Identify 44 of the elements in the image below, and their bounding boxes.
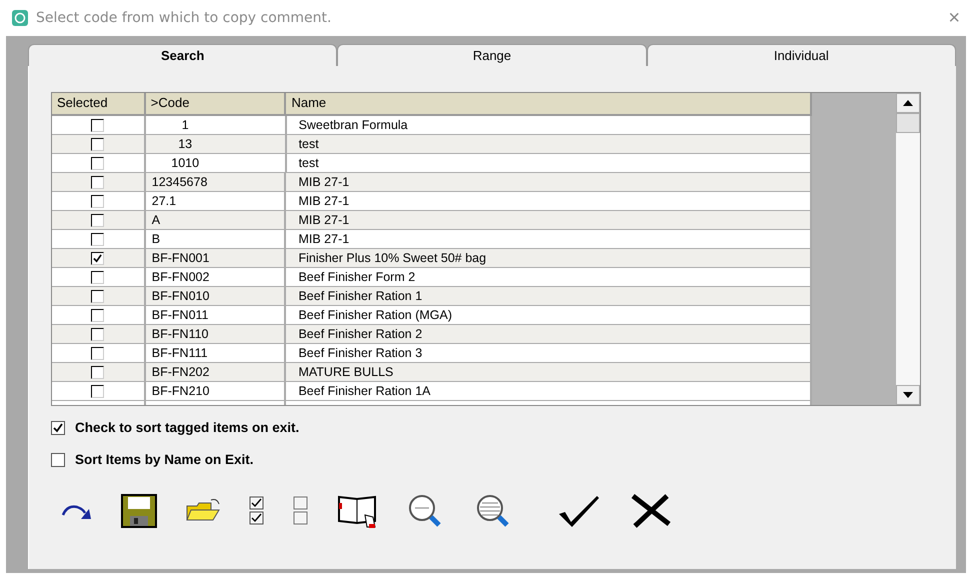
table-cell: BF-FN001 [146,249,286,267]
checkbox[interactable] [51,452,65,466]
app-icon [12,10,28,26]
close-button[interactable]: × [948,8,960,28]
scrollbar[interactable] [896,93,920,405]
checkbox[interactable] [91,138,104,150]
tab[interactable]: Range [337,44,647,66]
scroll-thumb[interactable] [896,113,920,133]
tab[interactable]: Search [28,44,338,66]
close-icon[interactable] [629,494,673,528]
checkbox[interactable] [91,308,104,322]
checkbox[interactable] [91,232,104,246]
table-cell: BF-FN110 [146,325,286,343]
table-cell: 13 [146,135,287,153]
checkbox[interactable] [91,366,104,378]
column-header[interactable]: Selected [52,93,146,114]
checkbox[interactable] [91,156,104,170]
table-cell: BF-FN010 [146,287,286,305]
checkbox[interactable] [91,176,104,188]
checkbox[interactable] [91,270,104,284]
table-cell: A [146,211,286,229]
checkbox[interactable] [91,384,104,398]
checkbox[interactable] [91,214,104,226]
checkbox[interactable] [91,194,104,208]
table-cell: 12345678 [146,173,286,191]
up-arrow-icon[interactable] [903,100,914,106]
checkbox-label[interactable]: Check to sort tagged items on exit. [75,420,300,435]
checkbox-label[interactable]: Sort Items by Name on Exit. [75,452,254,467]
checkbox[interactable] [91,118,104,132]
empty-boxes-icon[interactable] [293,496,309,526]
column-header[interactable]: >Code [146,93,286,114]
checkbox[interactable] [91,346,104,360]
checkmark-icon[interactable] [557,494,601,528]
checkbox[interactable] [91,252,104,264]
checked-boxes-icon[interactable] [249,496,265,526]
checkbox[interactable] [91,290,104,302]
table-cell: BF-FN210 [146,382,286,400]
book-icon[interactable] [337,493,379,529]
tab[interactable]: Individual [646,44,956,66]
checkbox[interactable] [91,328,104,340]
table-cell: BF-FN202 [146,363,286,381]
checkbox[interactable] [51,420,65,434]
window-title: Select code from which to copy comment. [36,10,332,26]
down-arrow-icon[interactable] [903,392,914,398]
